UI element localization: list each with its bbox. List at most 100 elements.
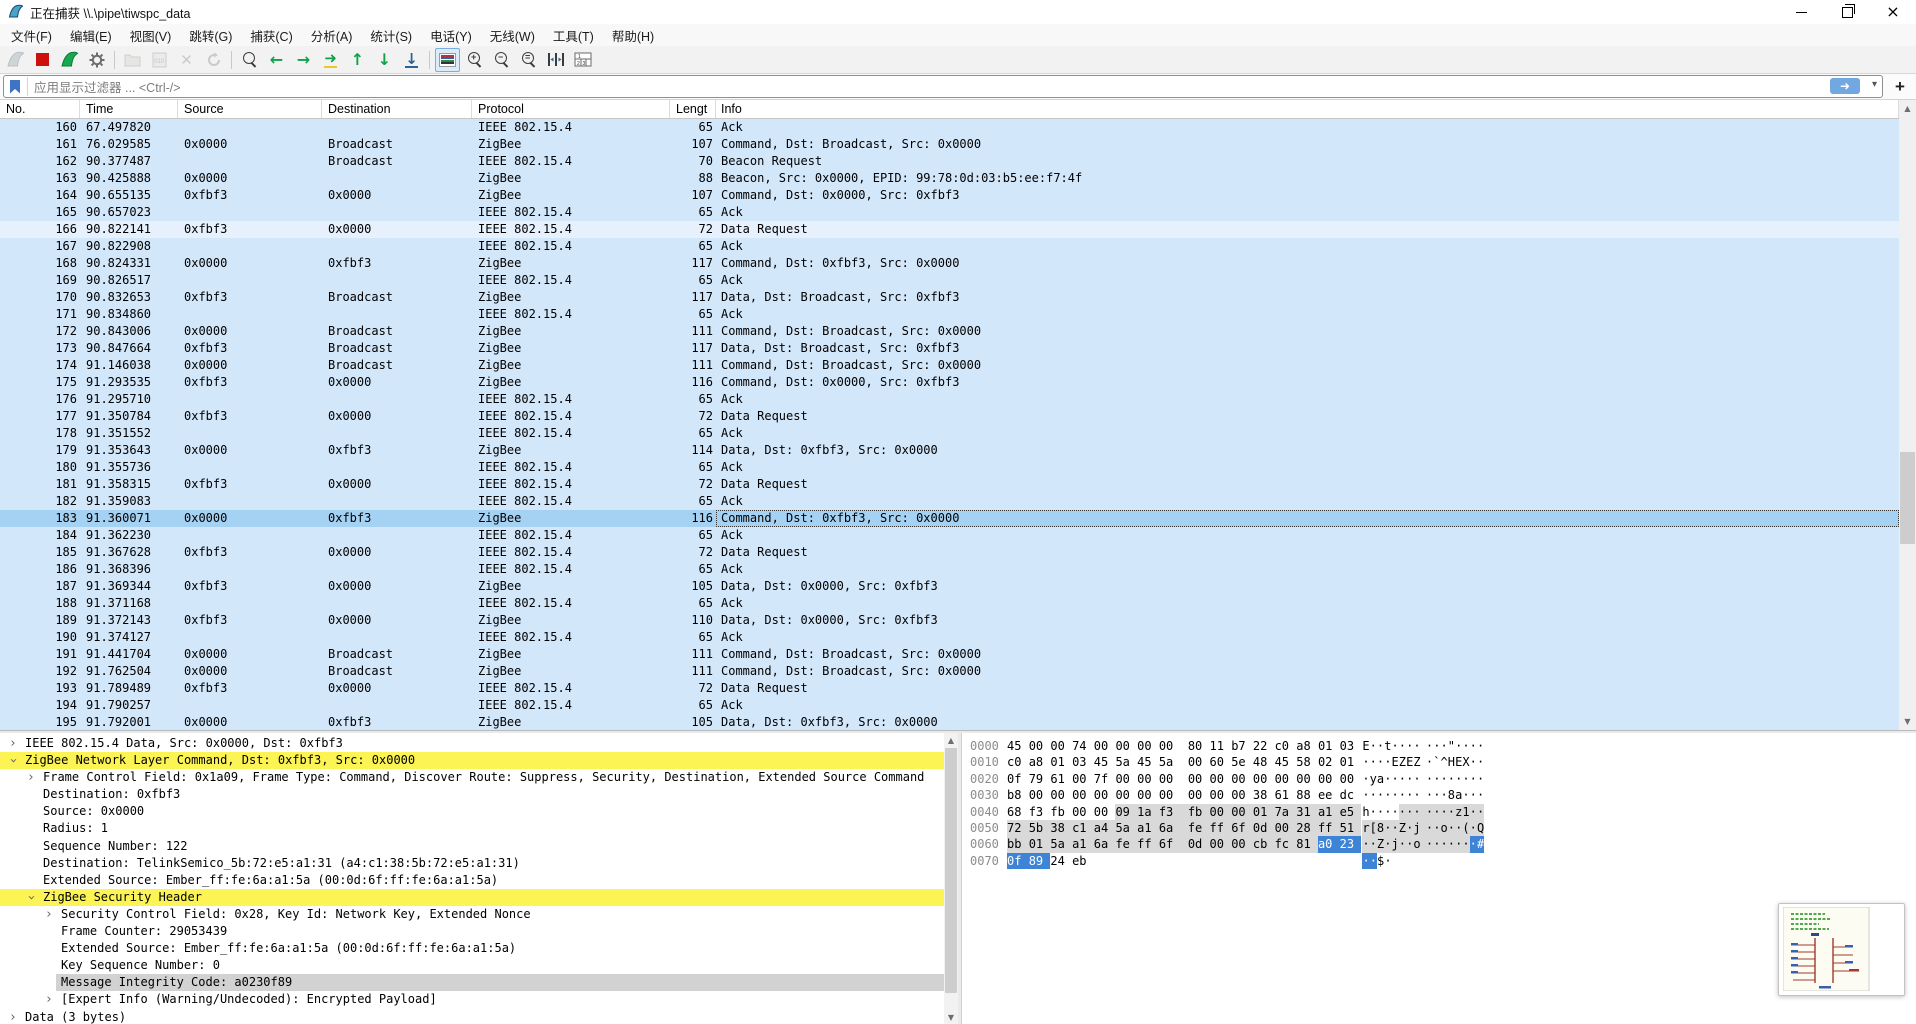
hex-byte[interactable]: 23 [1340, 836, 1362, 852]
hex-byte[interactable]: b8 [1007, 787, 1029, 803]
ascii-char[interactable]: · [1362, 754, 1369, 770]
hex-byte[interactable]: 00 [1210, 787, 1232, 803]
minimize-button[interactable] [1778, 0, 1824, 24]
ascii-char[interactable]: · [1470, 820, 1477, 836]
ascii-char[interactable]: · [1392, 820, 1399, 836]
hex-byte[interactable]: bb [1007, 836, 1029, 852]
ascii-char[interactable]: H [1448, 754, 1455, 770]
packet-row[interactable]: 18591.3676280xfbf30x0000IEEE 802.15.472D… [0, 544, 1899, 561]
hex-byte[interactable]: 00 [1137, 771, 1159, 787]
packet-row[interactable]: 18891.371168IEEE 802.15.465Ack [0, 595, 1899, 612]
ascii-char[interactable]: · [1448, 771, 1455, 787]
packet-row[interactable]: 16390.4258880x0000ZigBee88Beacon, Src: 0… [0, 170, 1899, 187]
hex-byte[interactable]: 88 [1296, 787, 1318, 803]
ascii-char[interactable]: E [1362, 738, 1369, 754]
hex-byte[interactable]: 7f [1094, 771, 1116, 787]
hex-byte[interactable]: fc [1275, 836, 1297, 852]
ascii-char[interactable]: · [1440, 836, 1447, 852]
ascii-char[interactable]: · [1426, 738, 1433, 754]
hex-byte[interactable]: 02 [1318, 754, 1340, 770]
hex-byte[interactable]: 00 [1159, 771, 1188, 787]
auto-scroll-icon[interactable]: ↓ [399, 48, 424, 72]
ascii-char[interactable]: · [1377, 804, 1384, 820]
ascii-char[interactable]: · [1406, 738, 1413, 754]
zoom-reset-icon[interactable]: = [516, 48, 541, 72]
capture-start-icon[interactable] [3, 48, 28, 72]
ascii-char[interactable]: 8 [1448, 787, 1455, 803]
ascii-char[interactable]: Z [1399, 754, 1406, 770]
hex-byte[interactable]: 6a [1094, 836, 1116, 852]
detail-tree-item[interactable]: Key Sequence Number: 0 [0, 957, 958, 974]
detail-tree-item[interactable]: ›Frame Control Field: 0x1a09, Frame Type… [0, 769, 958, 786]
collapse-icon[interactable]: › [4, 756, 21, 766]
ascii-char[interactable]: · [1477, 787, 1484, 803]
hex-byte[interactable]: 0f [1007, 853, 1029, 869]
packet-row[interactable]: 16067.497820IEEE 802.15.465Ack [0, 119, 1899, 136]
hex-byte[interactable]: eb [1072, 853, 1094, 869]
ascii-char[interactable]: · [1362, 787, 1369, 803]
hex-byte[interactable]: 60 [1210, 754, 1232, 770]
ascii-char[interactable]: · [1384, 804, 1391, 820]
hex-byte[interactable]: a1 [1137, 820, 1159, 836]
capture-restart-icon[interactable] [57, 48, 82, 72]
hex-row[interactable]: 0030b800000000000000000000386188eedc····… [962, 787, 1916, 803]
ascii-char[interactable]: E [1392, 754, 1399, 770]
ascii-char[interactable]: · [1426, 771, 1433, 787]
hex-byte[interactable]: f3 [1029, 804, 1051, 820]
hex-byte[interactable]: e5 [1340, 804, 1362, 820]
ascii-char[interactable]: · [1470, 754, 1477, 770]
packet-row[interactable]: 16690.8221410xfbf30x0000IEEE 802.15.472D… [0, 221, 1899, 238]
hex-byte[interactable]: 5e [1231, 754, 1253, 770]
hex-byte[interactable]: fb [1050, 804, 1072, 820]
menu-item-1[interactable]: 文件(F) [2, 23, 61, 48]
detail-tree-item[interactable]: ›ZigBee Network Layer Command, Dst: 0xfb… [0, 752, 958, 769]
hex-byte[interactable]: c0 [1007, 754, 1029, 770]
hex-byte[interactable]: 0d [1253, 820, 1275, 836]
hex-byte[interactable]: 58 [1296, 754, 1318, 770]
hex-byte[interactable]: 03 [1340, 738, 1362, 754]
resize-columns-icon[interactable] [543, 48, 568, 72]
ascii-char[interactable]: · [1440, 804, 1447, 820]
detail-tree-item[interactable]: ›[Expert Info (Warning/Undecoded): Encry… [0, 991, 958, 1008]
column-header-lengt[interactable]: Lengt [670, 100, 716, 118]
hex-byte[interactable]: 00 [1050, 738, 1072, 754]
scroll-down-icon[interactable]: ▼ [1899, 713, 1916, 730]
packet-row[interactable]: 19291.7625040x0000BroadcastZigBee111Comm… [0, 663, 1899, 680]
packet-row[interactable]: 16176.0295850x0000BroadcastZigBee107Comm… [0, 136, 1899, 153]
packet-row[interactable]: 16590.657023IEEE 802.15.465Ack [0, 204, 1899, 221]
hex-byte[interactable]: 38 [1253, 787, 1275, 803]
ascii-char[interactable]: · [1370, 738, 1377, 754]
hex-byte[interactable]: 00 [1210, 836, 1232, 852]
detail-tree-item[interactable]: ›Data (3 bytes) [0, 1009, 958, 1024]
hex-byte[interactable]: c1 [1072, 820, 1094, 836]
hex-row[interactable]: 00200f7961007f0000000000000000000000·ya·… [962, 771, 1916, 787]
go-to-packet-icon[interactable]: ➜ [318, 48, 343, 72]
ascii-char[interactable]: · [1384, 754, 1391, 770]
packet-row[interactable]: 17491.1460380x0000BroadcastZigBee111Comm… [0, 357, 1899, 374]
file-close-icon[interactable]: ✕ [174, 48, 199, 72]
ascii-char[interactable]: · [1448, 804, 1455, 820]
packet-row[interactable]: 17591.2935350xfbf30x0000ZigBee116Command… [0, 374, 1899, 391]
ascii-char[interactable]: · [1477, 738, 1484, 754]
hex-byte[interactable]: 00 [1094, 738, 1116, 754]
hex-byte[interactable]: 81 [1296, 836, 1318, 852]
hex-byte[interactable]: 6f [1231, 820, 1253, 836]
ascii-char[interactable]: " [1448, 738, 1455, 754]
ascii-char[interactable]: · [1370, 836, 1377, 852]
ascii-char[interactable]: · [1384, 820, 1391, 836]
ascii-char[interactable]: · [1433, 738, 1440, 754]
ascii-char[interactable]: · [1426, 820, 1433, 836]
column-header-info[interactable]: Info [716, 100, 1899, 118]
hex-row[interactable]: 0060bb015aa16afeff6f0d0000cbfc81a023··Z·… [962, 836, 1916, 852]
ascii-char[interactable]: Q [1477, 820, 1484, 836]
hex-byte[interactable]: 00 [1050, 787, 1072, 803]
ascii-char[interactable]: · [1440, 738, 1447, 754]
detail-tree-item[interactable]: Extended Source: Ember_ff:fe:6a:a1:5a (0… [0, 872, 958, 889]
ascii-char[interactable]: X [1462, 754, 1469, 770]
ascii-char[interactable]: a [1377, 771, 1384, 787]
packet-row[interactable]: 19191.4417040x0000BroadcastZigBee111Comm… [0, 646, 1899, 663]
hex-byte[interactable]: 00 [1029, 738, 1051, 754]
detail-tree-item[interactable]: Destination: 0xfbf3 [0, 786, 958, 803]
detail-tree-item[interactable]: Message Integrity Code: a0230f89 [0, 974, 958, 991]
packet-list-scrollbar[interactable]: ▲ ▼ [1899, 100, 1916, 730]
